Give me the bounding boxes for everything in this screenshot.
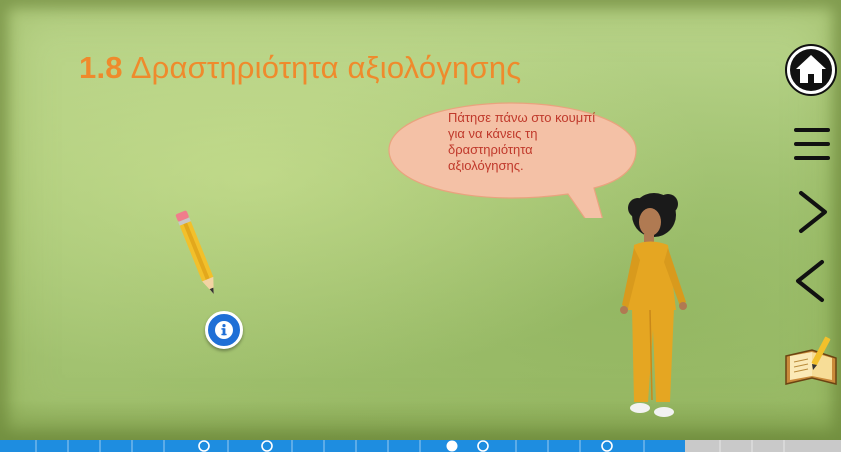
activity-book-button[interactable] — [782, 334, 840, 390]
progress-marker — [261, 440, 273, 452]
progress-marker — [198, 440, 210, 452]
speech-bubble-text: Πάτησε πάνω στο κουμπί για να κάνεις τη … — [448, 110, 596, 173]
menu-icon — [794, 128, 830, 160]
previous-button[interactable] — [790, 256, 830, 306]
info-icon — [215, 321, 233, 339]
lesson-number: 1.8 — [79, 50, 123, 85]
home-button[interactable] — [784, 43, 838, 97]
menu-button[interactable] — [790, 122, 834, 166]
progress-marker-current — [446, 440, 458, 452]
pencil-icon — [175, 210, 214, 294]
progress-marker — [601, 440, 613, 452]
notebook-icon — [785, 336, 837, 385]
chevron-left-icon — [796, 260, 824, 302]
home-icon — [785, 44, 837, 96]
progress-ticks — [35, 440, 785, 452]
page-title: 1.8 Δραστηριότητα αξιολόγησης — [79, 50, 521, 86]
lesson-title: Δραστηριότητα αξιολόγησης — [130, 50, 522, 85]
chevron-right-icon — [799, 191, 827, 233]
progress-marker — [477, 440, 489, 452]
next-button[interactable] — [793, 187, 833, 237]
teacher-character — [620, 193, 687, 417]
info-button[interactable] — [205, 311, 243, 349]
progress-bar[interactable] — [0, 440, 841, 452]
